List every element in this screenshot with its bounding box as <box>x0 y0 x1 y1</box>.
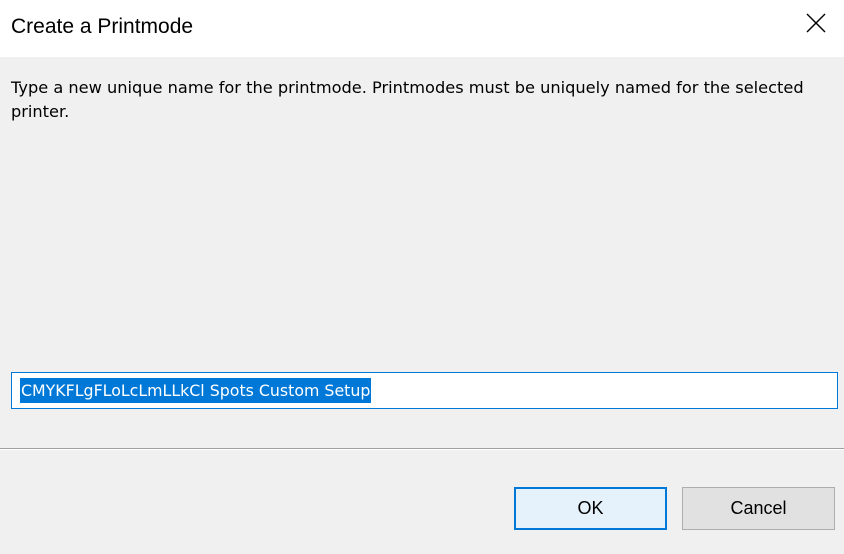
footer-divider <box>0 448 844 450</box>
instruction-text: Type a new unique name for the printmode… <box>11 78 804 121</box>
create-printmode-dialog: Create a Printmode Type a new unique nam… <box>0 0 844 554</box>
close-icon <box>806 13 826 33</box>
printmode-name-value: CMYKFLgFLoLcLmLLkCl Spots Custom Setup <box>20 378 372 403</box>
close-button[interactable] <box>788 0 844 52</box>
dialog-title: Create a Printmode <box>11 15 194 38</box>
printmode-name-input[interactable]: CMYKFLgFLoLcLmLLkCl Spots Custom Setup <box>11 372 838 409</box>
title-bar: Create a Printmode <box>0 0 844 57</box>
ok-button[interactable]: OK <box>514 487 667 530</box>
cancel-button[interactable]: Cancel <box>682 487 835 530</box>
